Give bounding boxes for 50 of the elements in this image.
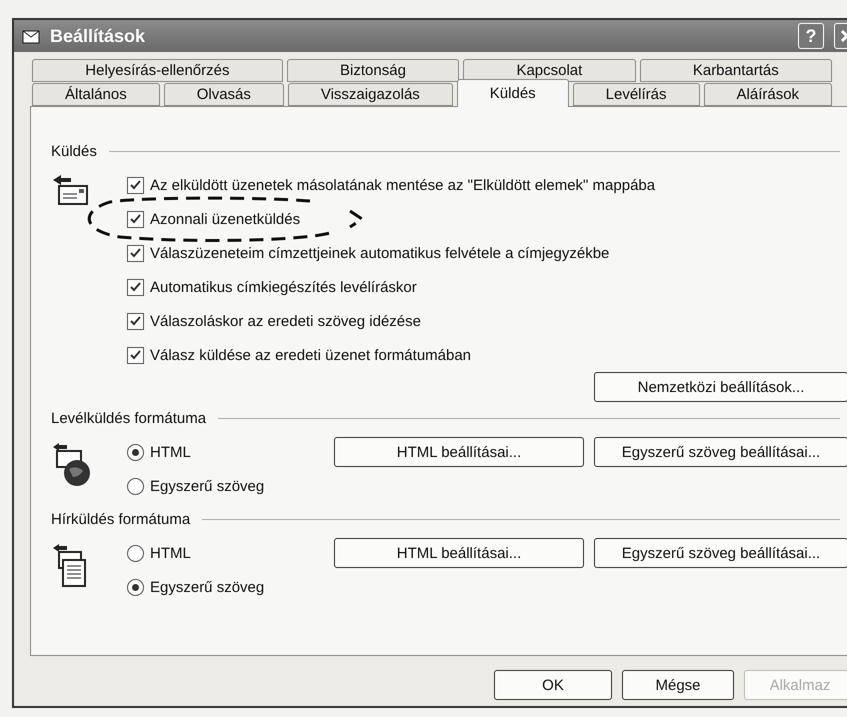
checkbox[interactable] bbox=[127, 210, 144, 228]
dialog-button[interactable]: Mégse bbox=[622, 670, 734, 700]
tab[interactable]: Visszaigazolás bbox=[288, 83, 453, 106]
checkbox[interactable] bbox=[127, 346, 144, 364]
checkmark-icon bbox=[130, 248, 141, 258]
radio-button[interactable] bbox=[127, 478, 144, 494]
checkbox[interactable] bbox=[127, 278, 144, 296]
tab[interactable]: Olvasás bbox=[164, 83, 284, 106]
checkmark-icon bbox=[130, 214, 141, 224]
radio-button[interactable] bbox=[127, 444, 144, 460]
radio-label: Egyszerű szöveg bbox=[150, 478, 264, 494]
radio-button[interactable] bbox=[127, 578, 144, 596]
checkbox[interactable] bbox=[127, 176, 144, 194]
section-title: Hírküldés formátuma bbox=[51, 511, 190, 528]
checkmark-icon bbox=[130, 316, 141, 326]
help-button[interactable]: ? bbox=[798, 23, 824, 49]
envelope-arrow-icon bbox=[51, 174, 91, 208]
checkbox-label: Az elküldött üzenetek másolatának mentése az "Elküldött elemek" mappába bbox=[150, 176, 656, 194]
radio-label: Egyszerű szöveg bbox=[150, 578, 264, 596]
tab[interactable]: Aláírások bbox=[704, 83, 832, 106]
tab[interactable]: Karbantartás bbox=[640, 59, 832, 82]
checkmark-icon bbox=[130, 180, 141, 190]
section-title: Küldés bbox=[51, 143, 97, 160]
checkmark-icon bbox=[130, 350, 141, 360]
radio-label: HTML bbox=[150, 544, 191, 562]
tab[interactable]: Általános bbox=[32, 83, 160, 106]
checkbox-label: Válaszoláskor az eredeti szöveg idézése bbox=[150, 312, 421, 330]
window-icon bbox=[22, 28, 42, 44]
section-title: Levélküldés formátuma bbox=[51, 410, 206, 427]
settings-button[interactable]: Egyszerű szöveg beállításai... bbox=[594, 437, 847, 467]
radio-button[interactable] bbox=[127, 544, 144, 562]
checkbox[interactable] bbox=[127, 312, 144, 330]
tab[interactable]: Biztonság bbox=[286, 59, 460, 82]
checkbox-label: Automatikus címkiegészítés levélíráskor bbox=[150, 278, 417, 296]
checkbox[interactable] bbox=[127, 244, 144, 262]
checkmark-icon bbox=[130, 282, 141, 292]
checkbox-label: Azonnali üzenetküldés bbox=[150, 210, 300, 228]
settings-button[interactable]: HTML beállításai... bbox=[334, 538, 584, 568]
window-title: Beállítások bbox=[50, 26, 146, 46]
checkbox-label: Válaszüzeneteim címzettjeinek automatikus felvétele a címjegyzékbe bbox=[150, 244, 610, 262]
tab[interactable]: Küldés bbox=[456, 79, 569, 107]
tab[interactable]: Kapcsolat bbox=[463, 59, 636, 82]
checkbox-label: Válasz küldése az eredeti üzenet formátumában bbox=[150, 346, 472, 364]
settings-button[interactable]: HTML beállításai... bbox=[334, 437, 584, 467]
settings-button[interactable]: Nemzetközi beállítások... bbox=[594, 372, 847, 402]
dialog-button[interactable]: OK bbox=[494, 670, 612, 700]
tab[interactable]: Helyesírás-ellenőrzés bbox=[32, 59, 283, 82]
radio-label: HTML bbox=[150, 444, 191, 460]
settings-button[interactable]: Egyszerű szöveg beállításai... bbox=[594, 538, 847, 568]
tab[interactable]: Levélírás bbox=[572, 83, 700, 106]
